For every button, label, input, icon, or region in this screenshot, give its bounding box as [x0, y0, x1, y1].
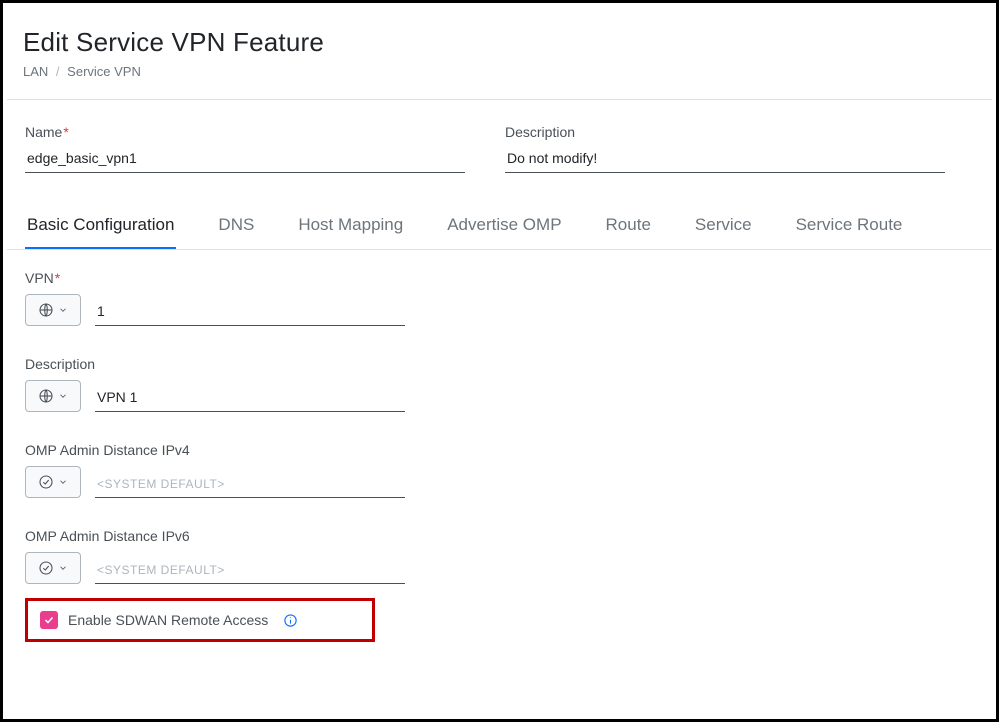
basic-config-panel: VPN* Description	[7, 250, 992, 672]
description-input[interactable]	[505, 146, 945, 173]
check-circle-icon	[38, 560, 54, 576]
page-header: Edit Service VPN Feature LAN / Service V…	[7, 7, 992, 89]
name-input[interactable]	[25, 146, 465, 173]
required-asterisk: *	[63, 124, 68, 140]
omp-ipv6-input[interactable]	[95, 559, 405, 584]
breadcrumb-current: Service VPN	[67, 64, 141, 79]
tab-basic-configuration[interactable]: Basic Configuration	[25, 209, 176, 249]
tab-bar: Basic Configuration DNS Host Mapping Adv…	[7, 185, 992, 250]
omp-ipv6-field: OMP Admin Distance IPv6	[25, 528, 974, 584]
tab-dns[interactable]: DNS	[216, 209, 256, 249]
check-circle-icon	[38, 474, 54, 490]
omp-ipv4-variable-selector[interactable]	[25, 466, 81, 498]
chevron-down-icon	[58, 391, 68, 401]
omp-ipv4-label: OMP Admin Distance IPv4	[25, 442, 974, 458]
name-label: Name*	[25, 124, 465, 140]
vpn-description-label: Description	[25, 356, 974, 372]
required-asterisk: *	[55, 270, 60, 286]
chevron-down-icon	[58, 305, 68, 315]
breadcrumb-separator: /	[56, 64, 60, 79]
chevron-down-icon	[58, 563, 68, 573]
omp-ipv6-variable-selector[interactable]	[25, 552, 81, 584]
omp-ipv6-label: OMP Admin Distance IPv6	[25, 528, 974, 544]
enable-remote-access-checkbox[interactable]	[40, 611, 58, 629]
chevron-down-icon	[58, 477, 68, 487]
tab-route[interactable]: Route	[604, 209, 653, 249]
globe-icon	[38, 388, 54, 404]
description-field-group: Description	[505, 124, 945, 173]
enable-remote-access-row: Enable SDWAN Remote Access	[25, 598, 375, 642]
info-icon[interactable]	[282, 612, 298, 628]
vpn-input[interactable]	[95, 299, 405, 326]
omp-ipv4-input[interactable]	[95, 473, 405, 498]
vpn-description-variable-selector[interactable]	[25, 380, 81, 412]
breadcrumb-parent[interactable]: LAN	[23, 64, 48, 79]
name-field-group: Name*	[25, 124, 465, 173]
vpn-label-text: VPN	[25, 270, 54, 286]
vpn-description-field: Description	[25, 356, 974, 412]
tab-host-mapping[interactable]: Host Mapping	[296, 209, 405, 249]
omp-ipv4-field: OMP Admin Distance IPv4	[25, 442, 974, 498]
vpn-field: VPN*	[25, 270, 974, 326]
name-label-text: Name	[25, 124, 62, 140]
vpn-description-input[interactable]	[95, 385, 405, 412]
tab-advertise-omp[interactable]: Advertise OMP	[445, 209, 563, 249]
description-label: Description	[505, 124, 945, 140]
enable-remote-access-label: Enable SDWAN Remote Access	[68, 612, 268, 628]
top-form-row: Name* Description	[7, 100, 992, 185]
vpn-variable-selector[interactable]	[25, 294, 81, 326]
check-icon	[43, 614, 55, 626]
breadcrumb: LAN / Service VPN	[23, 64, 976, 79]
vpn-label: VPN*	[25, 270, 974, 286]
page-title: Edit Service VPN Feature	[23, 27, 976, 58]
tab-service-route[interactable]: Service Route	[794, 209, 905, 249]
globe-icon	[38, 302, 54, 318]
tab-service[interactable]: Service	[693, 209, 754, 249]
